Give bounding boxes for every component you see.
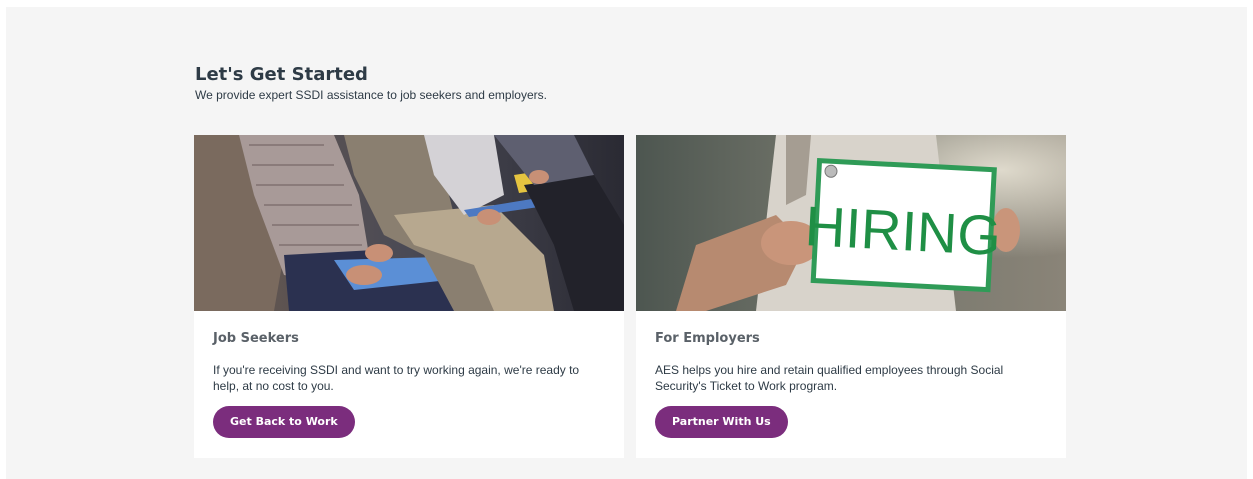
section-title: Let's Get Started — [195, 64, 368, 85]
job-seekers-card: Job Seekers If you're receiving SSDI and… — [194, 135, 624, 458]
partner-with-us-button[interactable]: Partner With Us — [655, 406, 788, 438]
get-back-to-work-button[interactable]: Get Back to Work — [213, 406, 355, 438]
job-seekers-photo — [194, 135, 624, 311]
employers-description: AES helps you hire and retain qualified … — [655, 363, 1004, 393]
job-seekers-description: If you're receiving SSDI and want to try… — [213, 363, 580, 393]
section-subtitle: We provide expert SSDI assistance to job… — [195, 88, 547, 102]
hiring-sign-photo: HIRING — [636, 135, 1066, 311]
svg-text:HIRING: HIRING — [803, 194, 1002, 267]
job-seekers-title: Job Seekers — [213, 331, 299, 346]
employers-card: HIRING For Employers AES helps you hire … — [636, 135, 1066, 458]
employers-title: For Employers — [655, 331, 760, 346]
